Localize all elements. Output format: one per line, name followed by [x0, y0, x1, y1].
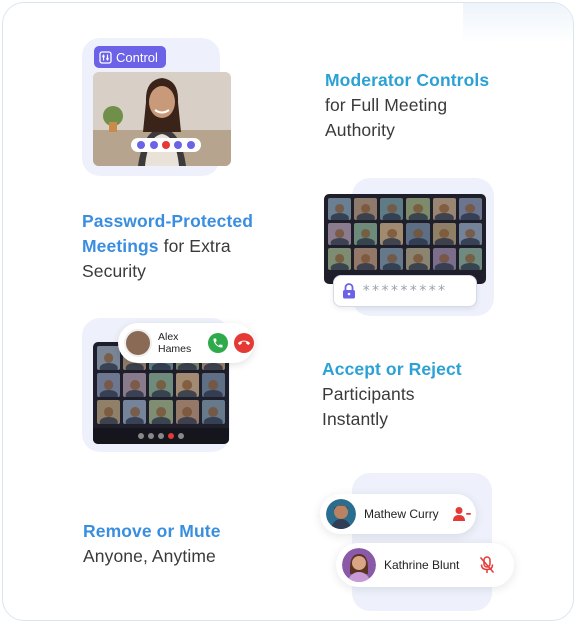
participant-row: Mathew Curry	[320, 494, 476, 534]
video-tile	[354, 223, 378, 245]
caller-avatar	[124, 329, 152, 357]
remove-user-icon[interactable]	[452, 506, 471, 522]
video-tile	[406, 248, 430, 270]
control-badge: Control	[94, 46, 166, 68]
video-tile	[97, 373, 121, 397]
mic-muted-icon[interactable]	[479, 556, 495, 574]
share-button[interactable]	[174, 141, 183, 149]
phone-icon	[213, 338, 223, 348]
video-tile	[201, 373, 225, 397]
video-tile	[328, 248, 352, 270]
feature-remove-line-1: Anyone, Anytime	[83, 546, 216, 566]
password-field[interactable]: *********	[333, 275, 477, 307]
video-tile	[380, 248, 404, 270]
feature-password-text: Password-Protected Meetings for Extra Se…	[82, 209, 253, 284]
video-tile	[432, 248, 456, 270]
camera-button[interactable]	[149, 141, 158, 149]
feature-accept-line-2: Instantly	[322, 409, 389, 429]
feature-password-title-line-1: Password-Protected	[82, 211, 254, 231]
caller-last-name: Hames	[158, 343, 192, 355]
control-badge-label: Control	[116, 49, 158, 65]
video-tile	[149, 373, 173, 397]
caller-name: Alex Hames	[158, 331, 202, 355]
feature-password-line-3: Security	[82, 261, 147, 281]
meeting-grid-screen	[324, 194, 486, 284]
feature-accept-text: Accept or Reject Participants Instantly	[322, 357, 462, 432]
video-tile	[97, 400, 121, 424]
feature-accept-line-1: Participants	[322, 384, 415, 404]
video-tile	[458, 198, 482, 220]
caller-first-name: Alex	[158, 331, 179, 343]
feature-remove-title: Remove or Mute	[83, 521, 221, 541]
participant-name: Mathew Curry	[364, 507, 439, 521]
video-tile	[175, 373, 199, 397]
hang-up-icon	[238, 340, 250, 345]
call-control-bar	[131, 138, 201, 152]
feature-password-title-line-2: Meetings	[82, 236, 159, 256]
video-tile	[406, 198, 430, 220]
toolbar-button[interactable]	[158, 433, 164, 439]
video-tile	[123, 400, 147, 424]
feature-moderator-line-2: Authority	[325, 120, 395, 140]
participant-row: Kathrine Blunt	[336, 543, 514, 587]
lock-icon	[343, 283, 355, 299]
feature-moderator-title: Moderator Controls	[325, 70, 490, 90]
password-value: *********	[362, 283, 447, 299]
feature-accept-title: Accept or Reject	[322, 359, 462, 379]
mic-button[interactable]	[137, 141, 146, 149]
feature-password-rest-inline: for Extra	[158, 236, 231, 256]
video-tile-grid	[328, 198, 482, 270]
video-tile	[432, 223, 456, 245]
accept-call-button[interactable]	[208, 333, 228, 353]
video-tile	[201, 400, 225, 424]
reject-call-button[interactable]	[234, 333, 254, 353]
more-button[interactable]	[186, 141, 195, 149]
video-tile	[380, 198, 404, 220]
toolbar-end-button[interactable]	[168, 433, 174, 439]
video-tile	[328, 198, 352, 220]
video-tile	[123, 373, 147, 397]
meeting-toolbar	[93, 428, 229, 444]
feature-moderator-text: Moderator Controls for Full Meeting Auth…	[325, 68, 489, 143]
toolbar-button[interactable]	[148, 433, 154, 439]
video-tile	[97, 346, 121, 370]
video-tile	[354, 248, 378, 270]
corner-accent	[463, 3, 573, 43]
video-tile	[432, 198, 456, 220]
video-tile	[406, 223, 430, 245]
video-tile	[458, 248, 482, 270]
end-call-button[interactable]	[161, 141, 170, 149]
toolbar-button[interactable]	[178, 433, 184, 439]
video-tile	[458, 223, 482, 245]
feature-moderator-line-1: for Full Meeting	[325, 95, 448, 115]
video-tile	[380, 223, 404, 245]
toolbar-button[interactable]	[138, 433, 144, 439]
incoming-call-card: Alex Hames	[118, 323, 254, 363]
video-tile	[328, 223, 352, 245]
video-tile	[149, 400, 173, 424]
avatar	[326, 499, 356, 529]
feature-remove-text: Remove or Mute Anyone, Anytime	[83, 519, 221, 569]
sliders-icon	[99, 50, 112, 64]
avatar	[342, 548, 376, 582]
video-tile	[175, 400, 199, 424]
participant-name: Kathrine Blunt	[384, 558, 460, 572]
video-tile	[354, 198, 378, 220]
